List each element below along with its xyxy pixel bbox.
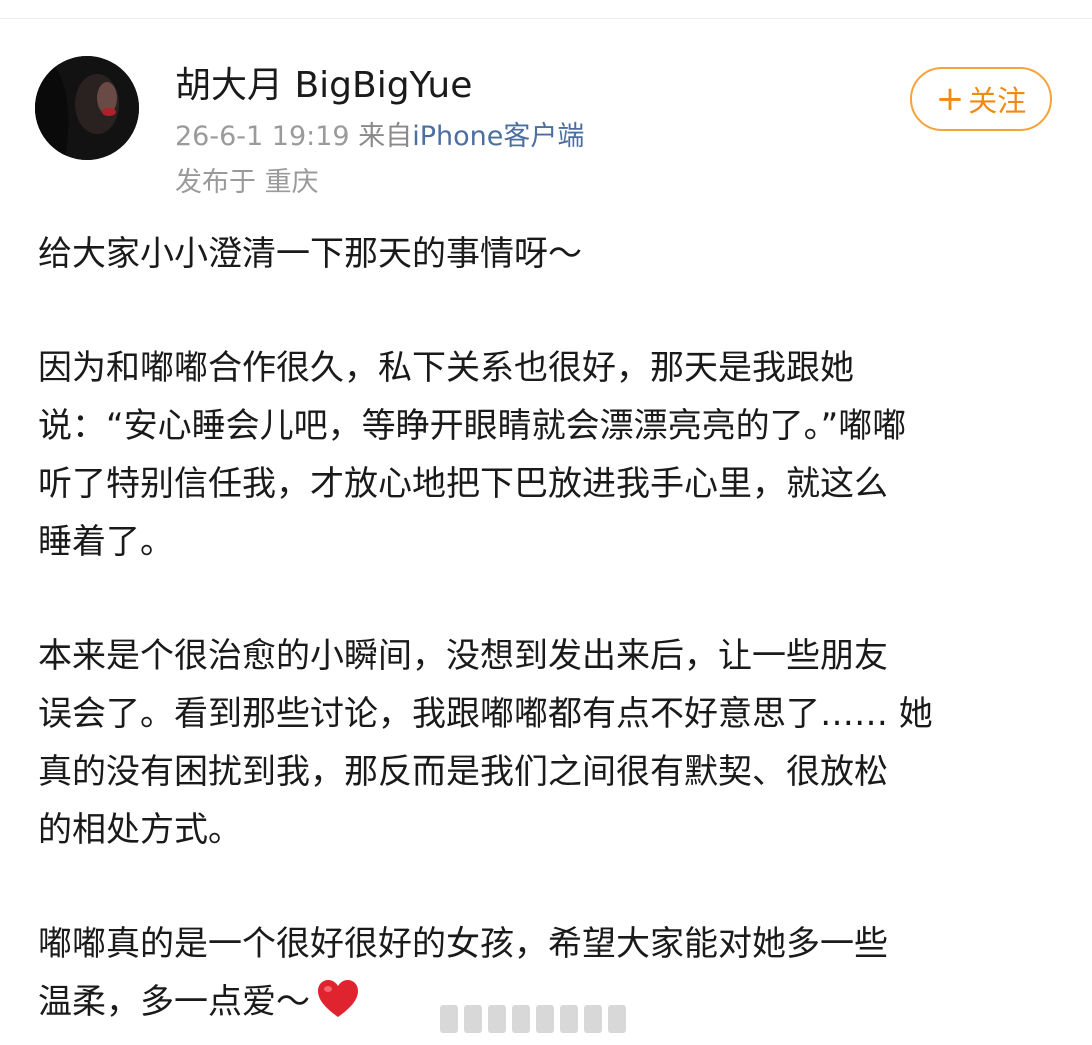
source-prefix: 来自 xyxy=(358,121,413,152)
post-paragraph: 本来是个很治愈的小瞬间，没想到发出来后，让一些朋友 误会了。看到那些讨论，我跟嘟… xyxy=(38,636,933,850)
red-heart-icon xyxy=(318,980,358,1017)
top-divider xyxy=(0,18,1092,19)
thumbnail-placeholder xyxy=(464,1005,482,1033)
post-meta: 26-6-1 19:19 来自iPhone客户端 xyxy=(175,118,584,156)
follow-button-label: 关注 xyxy=(968,84,1027,118)
avatar[interactable] xyxy=(35,56,139,160)
image-thumbnail-strip xyxy=(440,1005,640,1033)
thumbnail-placeholder xyxy=(536,1005,554,1033)
thumbnail-placeholder xyxy=(560,1005,578,1033)
avatar-image xyxy=(35,56,139,160)
thumbnail-placeholder xyxy=(440,1005,458,1033)
client-link[interactable]: iPhone客户端 xyxy=(412,121,584,152)
plus-icon: + xyxy=(935,79,965,119)
thumbnail-placeholder xyxy=(608,1005,626,1033)
post-body: 给大家小小澄清一下那天的事情呀～ 因为和嘟嘟合作很久，私下关系也很好，那天是我跟… xyxy=(38,225,1068,1031)
post-date: 26-6-1 19:19 xyxy=(175,121,350,152)
follow-button[interactable]: + 关注 xyxy=(910,67,1052,131)
username[interactable]: 胡大月 BigBigYue xyxy=(175,62,472,110)
post-location: 发布于 重庆 xyxy=(175,167,319,198)
thumbnail-placeholder xyxy=(584,1005,602,1033)
post-paragraph: 给大家小小澄清一下那天的事情呀～ xyxy=(38,234,582,274)
post-paragraph: 因为和嘟嘟合作很久，私下关系也很好，那天是我跟她 说：“安心睡会儿吧，等睁开眼睛… xyxy=(38,348,907,562)
thumbnail-placeholder xyxy=(488,1005,506,1033)
thumbnail-placeholder xyxy=(512,1005,530,1033)
